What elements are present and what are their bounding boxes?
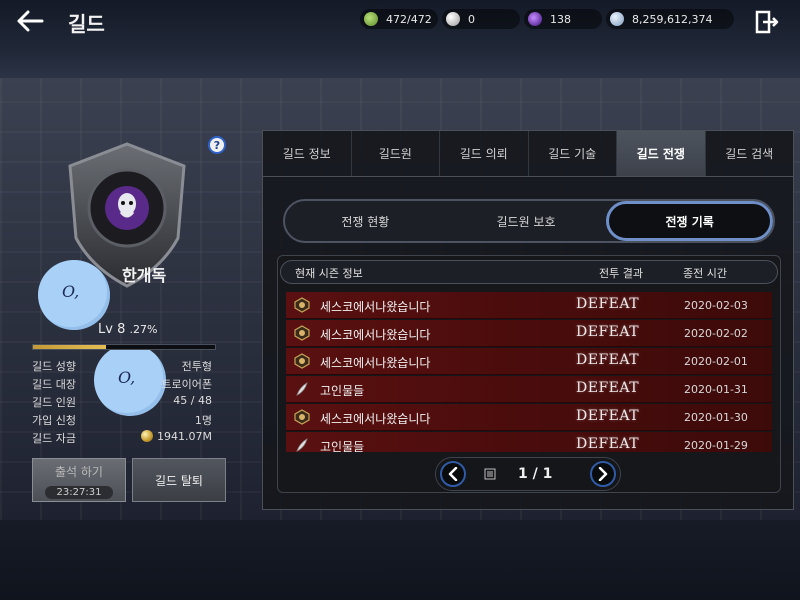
back-button[interactable] — [12, 6, 48, 36]
chevron-right-icon — [598, 467, 608, 481]
orb-currency: 138 — [524, 9, 602, 29]
feather-crest-icon — [296, 438, 308, 452]
sticker-blob-icon: O, — [38, 260, 110, 330]
bottom-background — [0, 520, 800, 600]
orb-icon — [528, 12, 542, 26]
pearl-currency: 0 — [442, 9, 520, 29]
top-bar: 길드 472/472 0 138 8,259,612,374 — [0, 0, 800, 44]
prev-page-button[interactable] — [440, 461, 466, 487]
clover-icon — [364, 12, 378, 26]
guild-crest-icon — [294, 297, 310, 313]
guild-war-panel: 길드 정보 길드원 길드 의뢰 길드 기술 길드 전쟁 길드 검색 전쟁 현황 … — [262, 130, 794, 510]
pearl-icon — [446, 12, 460, 26]
guild-crest-icon — [294, 325, 310, 341]
page-title: 길드 — [68, 12, 105, 36]
subtab-member-protection[interactable]: 길드원 보호 — [446, 201, 607, 241]
table-row[interactable]: 세스코에서나왔습니다 DEFEAT 2020-02-03 — [286, 292, 772, 319]
guild-crest-icon — [294, 409, 310, 425]
silver-coin-icon — [610, 12, 624, 26]
stamina-currency: 472/472 — [360, 9, 438, 29]
next-page-button[interactable] — [590, 461, 616, 487]
tab-guild-info[interactable]: 길드 정보 — [263, 131, 352, 176]
pagination: 1 / 1 — [435, 457, 621, 491]
tab-guild-search[interactable]: 길드 검색 — [706, 131, 794, 176]
column-result: 전투 결과 — [599, 267, 643, 280]
arrow-left-icon — [17, 10, 44, 32]
table-row[interactable]: 고인물들 DEFEAT 2020-01-29 — [286, 432, 772, 452]
tab-guild-members[interactable]: 길드원 — [352, 131, 440, 176]
subtab-war-status[interactable]: 전쟁 현황 — [285, 201, 446, 241]
guild-level: Lv 8 .27% — [98, 322, 158, 337]
tab-guild-skills[interactable]: 길드 기술 — [529, 131, 617, 176]
help-button[interactable]: ? — [208, 136, 226, 154]
table-row[interactable]: 고인물들 DEFEAT 2020-01-31 — [286, 376, 772, 403]
stamina-value: 472/472 — [386, 12, 432, 26]
column-season: 현재 시즌 정보 — [295, 267, 363, 280]
attend-timer: 23:27:31 — [44, 486, 114, 499]
gold-coin-icon — [141, 430, 154, 442]
table-row[interactable]: 세스코에서나왔습니다 DEFEAT 2020-02-01 — [286, 348, 772, 375]
guild-tabs: 길드 정보 길드원 길드 의뢰 길드 기술 길드 전쟁 길드 검색 — [263, 131, 793, 177]
list-icon — [484, 468, 496, 480]
guild-crest-icon — [294, 353, 310, 369]
info-join-requests: 가입 신청 1명 — [32, 414, 212, 427]
table-row[interactable]: 세스코에서나왔습니다 DEFEAT 2020-01-30 — [286, 404, 772, 431]
subtab-war-history[interactable]: 전쟁 기록 — [606, 201, 773, 241]
orb-value: 138 — [550, 12, 571, 26]
guild-name: 한개독 — [122, 266, 167, 285]
list-header: 현재 시즌 정보 전투 결과 종전 시간 — [280, 260, 778, 284]
war-subtabs: 전쟁 현황 길드원 보호 전쟁 기록 — [283, 199, 775, 243]
feather-crest-icon — [296, 382, 308, 396]
column-end-time: 종전 시간 — [683, 267, 727, 280]
page-indicator: 1 / 1 — [518, 466, 553, 482]
exit-door-icon — [755, 10, 779, 34]
war-history-rows[interactable]: 세스코에서나왔습니다 DEFEAT 2020-02-03 세스코에서나왔습니다 … — [286, 292, 774, 452]
tab-guild-war[interactable]: 길드 전쟁 — [617, 131, 706, 176]
info-guild-type: 길드 성향 전투형 — [32, 360, 212, 373]
pearl-value: 0 — [468, 12, 475, 26]
info-guild-members: 길드 인원 45 / 48 — [32, 394, 212, 409]
silver-value: 8,259,612,374 — [632, 12, 713, 26]
chevron-left-icon — [448, 467, 458, 481]
guild-summary-panel: ? O, O, 한개독 Lv 8 .27% 길드 성향 전투형 길드 대장 트로이어… — [22, 132, 232, 512]
attend-button[interactable]: 출석 하기 23:27:31 — [32, 458, 126, 502]
table-row[interactable]: 세스코에서나왔습니다 DEFEAT 2020-02-02 — [286, 320, 772, 347]
exit-button[interactable] — [752, 8, 782, 36]
tab-guild-quests[interactable]: 길드 의뢰 — [440, 131, 529, 176]
leave-guild-button[interactable]: 길드 탈퇴 — [132, 458, 226, 502]
guild-exp-bar — [32, 344, 216, 350]
info-guild-funds: 길드 자금 1941.07M — [32, 430, 212, 445]
silver-currency: 8,259,612,374 — [606, 9, 734, 29]
info-guild-master: 길드 대장 트로이어폰 — [32, 378, 212, 391]
